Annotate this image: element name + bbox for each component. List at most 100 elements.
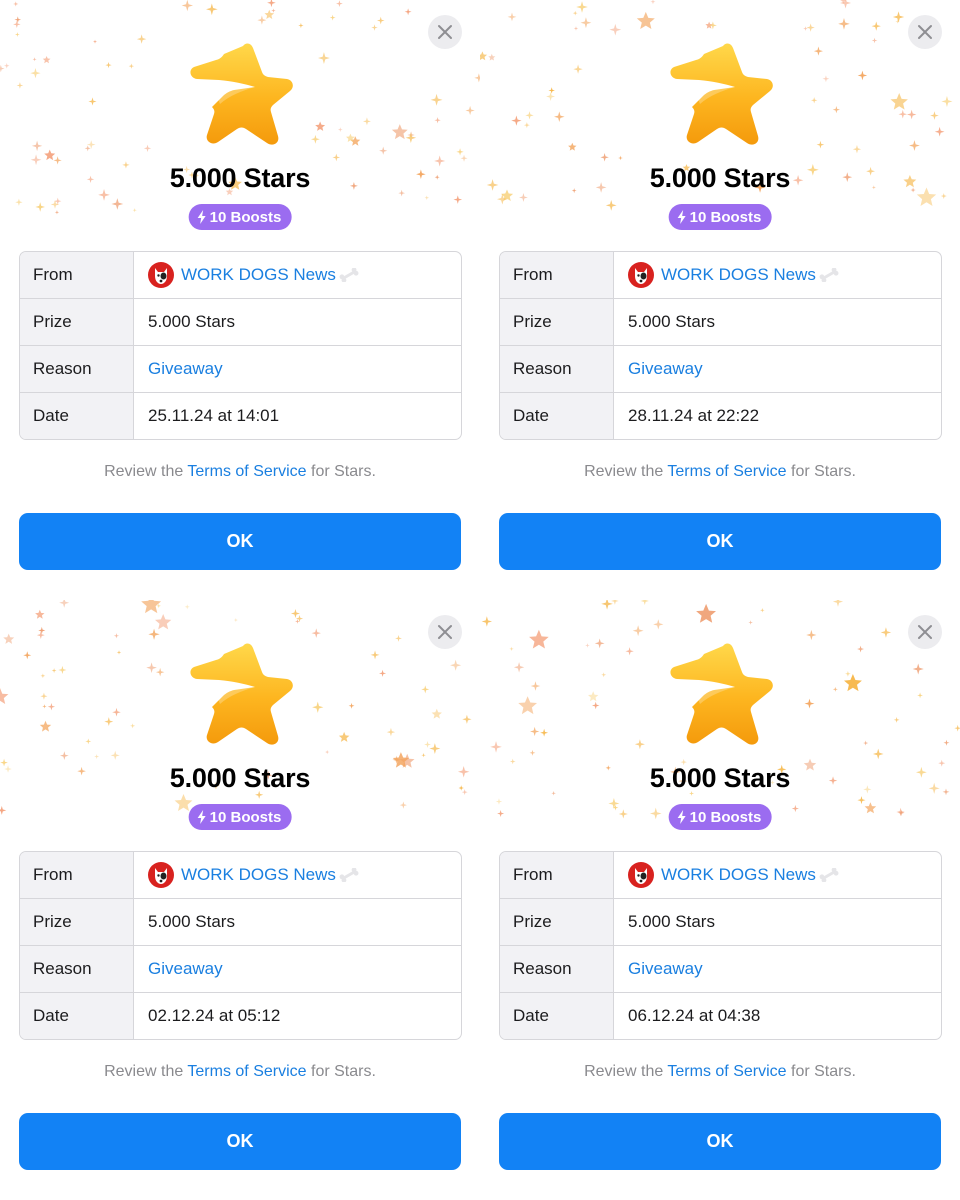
sparkle-icon	[803, 26, 808, 31]
sparkle-icon	[429, 743, 441, 755]
sparkle-icon	[325, 749, 330, 755]
terms-suffix: for Stars.	[306, 463, 376, 480]
ok-button[interactable]: OK	[499, 1113, 941, 1170]
sparkle-icon	[640, 600, 649, 606]
sparkle-icon	[864, 802, 877, 814]
dog-avatar	[635, 268, 647, 284]
sparkle-icon	[233, 618, 238, 623]
sparkle-icon	[892, 11, 905, 23]
sparkle-icon	[488, 53, 496, 61]
terms-of-service-link[interactable]: Terms of Service	[667, 463, 786, 480]
sparkle-icon	[32, 57, 37, 62]
sparkle-icon	[40, 692, 48, 700]
close-button[interactable]	[428, 615, 462, 649]
ok-button[interactable]: OK	[19, 513, 461, 570]
sparkle-icon	[917, 692, 923, 699]
from-label: From	[20, 852, 134, 898]
sparkle-icon	[822, 75, 830, 83]
sparkle-icon	[86, 140, 96, 149]
sparkle-icon	[148, 628, 160, 640]
sparkle-icon	[128, 63, 135, 69]
reason-giveaway-link[interactable]: Giveaway	[614, 346, 941, 392]
sparkle-icon	[54, 197, 62, 205]
sparkle-icon	[47, 703, 56, 711]
sparkle-icon	[895, 19, 900, 24]
sparkle-icon	[39, 720, 52, 732]
reason-giveaway-link[interactable]: Giveaway	[134, 946, 461, 992]
date-label: Date	[20, 993, 134, 1039]
close-button[interactable]	[428, 15, 462, 49]
table-row-from: From WORK DOGS News	[500, 852, 941, 898]
sparkle-icon	[386, 727, 396, 737]
terms-of-service-link[interactable]: Terms of Service	[187, 463, 306, 480]
sparkle-icon	[481, 616, 493, 627]
from-channel-link[interactable]: WORK DOGS News	[614, 252, 941, 298]
prize-value: 5.000 Stars	[148, 912, 235, 931]
sparkle-icon	[863, 740, 869, 746]
sparkle-icon	[840, 0, 852, 9]
sparkle-icon	[804, 698, 815, 709]
star-prize-dialog: 5.000 Stars 10 Boosts From WORK DOGS New…	[480, 0, 960, 600]
table-row-reason: Reason Giveaway	[500, 345, 941, 392]
sparkle-icon	[580, 17, 592, 29]
sparkle-icon	[832, 686, 838, 692]
date-label: Date	[500, 993, 614, 1039]
boosts-label: 10 Boosts	[689, 808, 762, 826]
dog-avatar	[155, 868, 167, 884]
sparkle-icon	[696, 603, 716, 623]
sparkle-icon	[379, 146, 388, 155]
sparkle-icon	[507, 12, 517, 22]
sparkle-icon	[857, 645, 864, 653]
star-prize-dialog: 5.000 Stars 10 Boosts From WORK DOGS New…	[480, 600, 960, 1200]
close-button[interactable]	[908, 615, 942, 649]
sparkle-icon	[760, 608, 765, 613]
from-channel-link[interactable]: WORK DOGS News	[134, 252, 461, 298]
sparkle-icon	[898, 809, 905, 816]
sparkle-icon	[42, 56, 51, 64]
channel-avatar	[628, 262, 654, 288]
bolt-icon	[677, 210, 686, 224]
sparkle-icon	[143, 144, 152, 152]
close-icon	[438, 25, 452, 39]
sparkle-icon	[625, 647, 634, 656]
sparkle-icon	[370, 650, 380, 660]
table-row-prize: Prize 5.000 Stars	[20, 898, 461, 945]
sparkle-icon	[530, 726, 540, 737]
sparkle-icon	[59, 600, 70, 608]
sparkle-icon	[431, 708, 442, 719]
terms-of-service-link[interactable]: Terms of Service	[187, 1063, 306, 1080]
close-button[interactable]	[908, 15, 942, 49]
terms-prefix: Review the	[104, 1063, 188, 1080]
from-channel-link[interactable]: WORK DOGS News	[134, 852, 461, 898]
ok-button[interactable]: OK	[499, 513, 941, 570]
sparkle-icon	[632, 625, 644, 637]
prize-value: 5.000 Stars	[628, 312, 715, 331]
sparkle-icon	[350, 136, 361, 146]
sparkle-icon	[840, 0, 847, 4]
terms-of-service-link[interactable]: Terms of Service	[667, 1063, 786, 1080]
sparkle-icon	[906, 109, 917, 120]
from-label: From	[500, 252, 614, 298]
sparkle-icon	[84, 145, 91, 152]
sparkle-icon	[348, 702, 355, 709]
sparkle-icon	[496, 193, 508, 205]
reason-giveaway-link[interactable]: Giveaway	[614, 946, 941, 992]
sparkle-icon	[594, 638, 605, 649]
from-channel-link[interactable]: WORK DOGS News	[614, 852, 941, 898]
sparkle-icon	[13, 20, 21, 29]
table-row-date: Date 02.12.24 at 05:12	[20, 992, 461, 1039]
boosts-badge: 10 Boosts	[188, 204, 292, 230]
sparkle-icon	[38, 626, 46, 634]
sparkle-icon	[51, 668, 57, 673]
sparkle-icon	[421, 685, 430, 694]
ok-button[interactable]: OK	[19, 1113, 461, 1170]
reason-giveaway-link[interactable]: Giveaway	[134, 346, 461, 392]
sparkle-icon	[909, 140, 920, 151]
table-row-prize: Prize 5.000 Stars	[500, 898, 941, 945]
bolt-icon	[677, 810, 686, 824]
sparkle-icon	[332, 153, 341, 162]
sparkle-icon	[104, 717, 114, 727]
sparkle-icon	[838, 18, 850, 30]
sparkle-icon	[337, 127, 343, 132]
sparkle-icon	[546, 91, 556, 101]
